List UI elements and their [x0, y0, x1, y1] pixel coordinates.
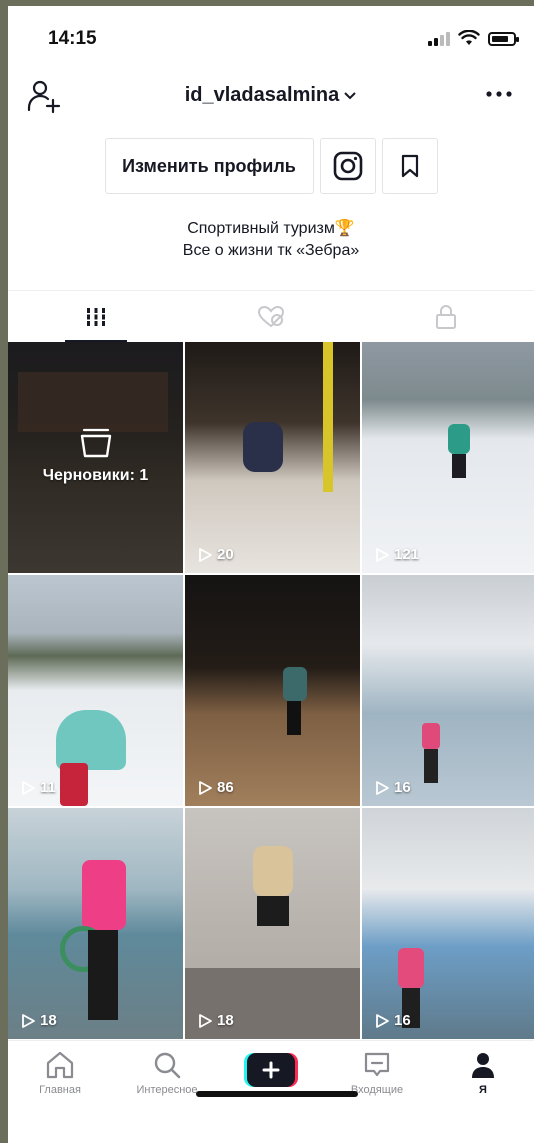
profile-header: id_vladasalmina	[8, 70, 534, 122]
view-count: 121	[374, 546, 419, 563]
chevron-down-icon	[344, 92, 356, 100]
bookmark-icon	[401, 154, 418, 178]
bio-line-2: Все о жизни тк «Зебра»	[182, 242, 360, 259]
heart-hidden-icon	[257, 305, 284, 327]
view-count: 11	[20, 779, 56, 796]
battery-icon	[488, 32, 519, 46]
video-thumbnail[interactable]: 18	[8, 808, 183, 1039]
profile-tabs	[8, 290, 534, 342]
cellular-signal-icon	[428, 32, 450, 46]
nav-inbox[interactable]: Входящие	[332, 1051, 422, 1096]
view-count: 18	[20, 1012, 57, 1029]
drafts-tile[interactable]: Черновики: 1	[8, 342, 183, 573]
username-switcher[interactable]: id_vladasalmina	[8, 84, 534, 107]
nav-me[interactable]: Я	[438, 1051, 528, 1096]
phone-screen: 14:15 id_vladasalmina Изменить профиль С…	[8, 6, 534, 1143]
nav-home-label: Главная	[39, 1084, 81, 1096]
view-count: 86	[197, 779, 234, 796]
play-icon	[199, 780, 212, 795]
play-icon	[22, 780, 35, 795]
play-icon	[199, 1013, 212, 1028]
instagram-button[interactable]	[319, 138, 376, 194]
nav-home[interactable]: Главная	[15, 1051, 105, 1096]
profile-icon	[472, 1053, 494, 1078]
video-thumbnail[interactable]: 11	[8, 575, 183, 806]
play-icon	[376, 1013, 389, 1028]
play-icon	[22, 1013, 35, 1028]
video-grid: Черновики: 1 20 121 11 86 16 18 18 16	[8, 342, 534, 1039]
tab-liked[interactable]	[183, 291, 358, 342]
tab-private[interactable]	[359, 291, 534, 342]
view-count: 16	[374, 779, 411, 796]
profile-bio: Спортивный туризм🏆 Все о жизни тк «Зебра…	[8, 218, 534, 262]
home-icon	[46, 1051, 74, 1079]
nav-me-label: Я	[479, 1084, 487, 1096]
search-icon	[154, 1052, 181, 1079]
inbox-icon	[364, 1052, 390, 1077]
status-icons	[428, 30, 519, 46]
wifi-icon	[458, 30, 480, 45]
view-count: 16	[374, 1012, 411, 1029]
play-icon	[199, 547, 212, 562]
video-thumbnail[interactable]: 20	[185, 342, 360, 573]
view-count: 20	[197, 546, 234, 563]
drafts-label: Черновики: 1	[42, 467, 149, 484]
tab-videos[interactable]	[8, 291, 183, 342]
create-video-button[interactable]	[244, 1053, 298, 1087]
status-bar: 14:15	[8, 6, 534, 68]
video-thumbnail[interactable]: 18	[185, 808, 360, 1039]
video-thumbnail[interactable]: 16	[362, 808, 534, 1039]
username: id_vladasalmina	[184, 84, 340, 106]
nav-discover[interactable]: Интересное	[122, 1051, 212, 1096]
favorites-button[interactable]	[381, 138, 438, 194]
edit-profile-button[interactable]: Изменить профиль	[104, 138, 314, 194]
instagram-icon	[333, 151, 362, 181]
bio-line-1: Спортивный туризм🏆	[187, 220, 355, 237]
status-time: 14:15	[48, 28, 97, 49]
home-indicator	[196, 1091, 358, 1097]
profile-actions: Изменить профиль	[8, 138, 534, 194]
video-thumbnail[interactable]: 16	[362, 575, 534, 806]
grid-icon	[84, 307, 107, 326]
drafts-box-icon	[80, 428, 111, 458]
video-thumbnail[interactable]: 121	[362, 342, 534, 573]
drafts-overlay: Черновики: 1	[8, 428, 183, 485]
lock-icon	[436, 304, 457, 329]
video-thumbnail[interactable]: 86	[185, 575, 360, 806]
play-icon	[376, 780, 389, 795]
more-icon[interactable]	[484, 82, 514, 106]
view-count: 18	[197, 1012, 234, 1029]
play-icon	[376, 547, 389, 562]
